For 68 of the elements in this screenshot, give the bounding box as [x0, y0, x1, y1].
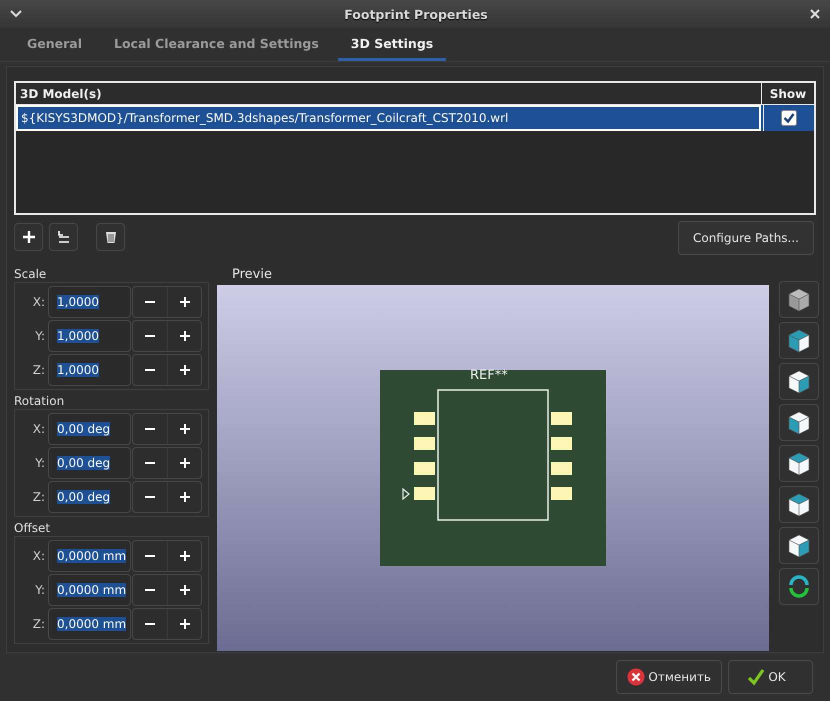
view-button[interactable]: [779, 486, 819, 523]
tab[interactable]: General: [14, 28, 95, 61]
group-title: Offset: [14, 521, 52, 536]
plus-icon: [178, 423, 190, 435]
input-field[interactable]: 0,0000 mm: [48, 540, 131, 572]
input-field[interactable]: 0,0000 mm: [48, 608, 131, 640]
cube-icon: [787, 410, 811, 436]
tab[interactable]: 3D Settings: [338, 28, 446, 61]
refresh-icon: [787, 574, 811, 600]
plus-icon: [178, 584, 190, 596]
plus-icon: [178, 364, 190, 376]
menu-caret-icon[interactable]: [10, 10, 22, 18]
close-icon[interactable]: [810, 9, 820, 19]
delete-button[interactable]: [96, 223, 125, 251]
plus-icon: [178, 457, 190, 469]
cube-icon: [787, 450, 811, 476]
view-button[interactable]: [779, 322, 819, 359]
window-title: Footprint Properties: [344, 6, 488, 22]
plus-icon: [178, 296, 190, 308]
plus-icon: [178, 618, 190, 630]
axis-label: Z:: [32, 490, 46, 504]
axis-label: X:: [32, 549, 46, 563]
column-header: Show: [761, 83, 814, 104]
view-button[interactable]: [779, 363, 819, 400]
cube-icon: [787, 492, 811, 518]
plus-icon: [22, 230, 36, 244]
cube-icon: [787, 328, 811, 354]
plus-icon: [178, 330, 190, 342]
axis-label: X:: [32, 422, 46, 436]
axis-label: Z:: [32, 363, 46, 377]
checkmark-icon: [747, 668, 766, 686]
axis-label: Y:: [34, 456, 46, 470]
ok-button[interactable]: OK: [728, 660, 813, 694]
group-title: Rotation: [14, 394, 66, 409]
list-button[interactable]: [49, 223, 78, 251]
input-field[interactable]: 1,0000: [48, 354, 131, 386]
input-field[interactable]: 1,0000: [48, 286, 131, 318]
reload-button[interactable]: [779, 568, 819, 605]
input-field[interactable]: 0,0000 mm: [48, 574, 131, 606]
group-title: Scale: [14, 267, 48, 282]
plus-icon: [178, 550, 190, 562]
cube-icon: [787, 286, 811, 312]
axis-label: Y:: [34, 583, 46, 597]
input-field[interactable]: 0,00 deg: [48, 413, 131, 445]
trash-icon: [104, 230, 118, 244]
input-field[interactable]: 0,00 deg: [48, 481, 131, 513]
reference-label: REF**: [470, 369, 508, 383]
add-button[interactable]: [14, 223, 43, 251]
configure-paths-button[interactable]: Configure Paths...: [678, 221, 814, 255]
checkbox[interactable]: [781, 110, 797, 126]
plus-icon: [178, 491, 190, 503]
cube-icon: [787, 368, 811, 394]
cancel-button[interactable]: Отменить: [616, 660, 722, 694]
axis-label: X:: [32, 295, 46, 309]
cancel-icon: [627, 668, 646, 686]
axis-label: Y:: [34, 329, 46, 343]
preview-label: Previe: [231, 267, 273, 283]
view-button[interactable]: [779, 445, 819, 482]
cube-icon: [787, 532, 811, 558]
column-header: 3D Model(s): [19, 86, 103, 102]
input-field[interactable]: 0,00 deg: [48, 447, 131, 479]
view-button[interactable]: [779, 404, 819, 441]
tab[interactable]: Local Clearance and Settings: [101, 28, 332, 61]
list-icon: [56, 230, 70, 244]
input-field[interactable]: 1,0000: [48, 320, 131, 352]
view-button[interactable]: [779, 527, 819, 564]
axis-label: Z:: [32, 617, 46, 631]
view-button[interactable]: [779, 281, 819, 318]
